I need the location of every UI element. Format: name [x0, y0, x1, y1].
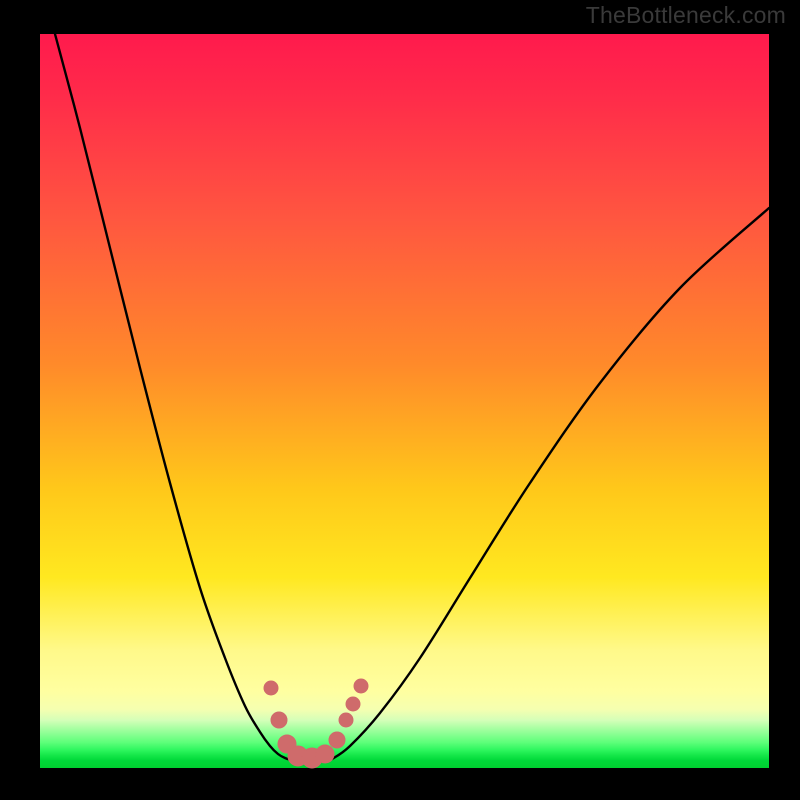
highlight-marker [264, 681, 278, 695]
highlight-marker [329, 732, 345, 748]
chart-frame: TheBottleneck.com [0, 0, 800, 800]
highlight-marker [316, 745, 334, 763]
highlight-marker [354, 679, 368, 693]
bottleneck-curve [55, 34, 769, 762]
chart-svg [40, 34, 769, 768]
highlight-marker [339, 713, 353, 727]
watermark-text: TheBottleneck.com [586, 2, 786, 29]
plot-area [40, 34, 769, 768]
highlight-marker [346, 697, 360, 711]
highlight-marker [271, 712, 287, 728]
